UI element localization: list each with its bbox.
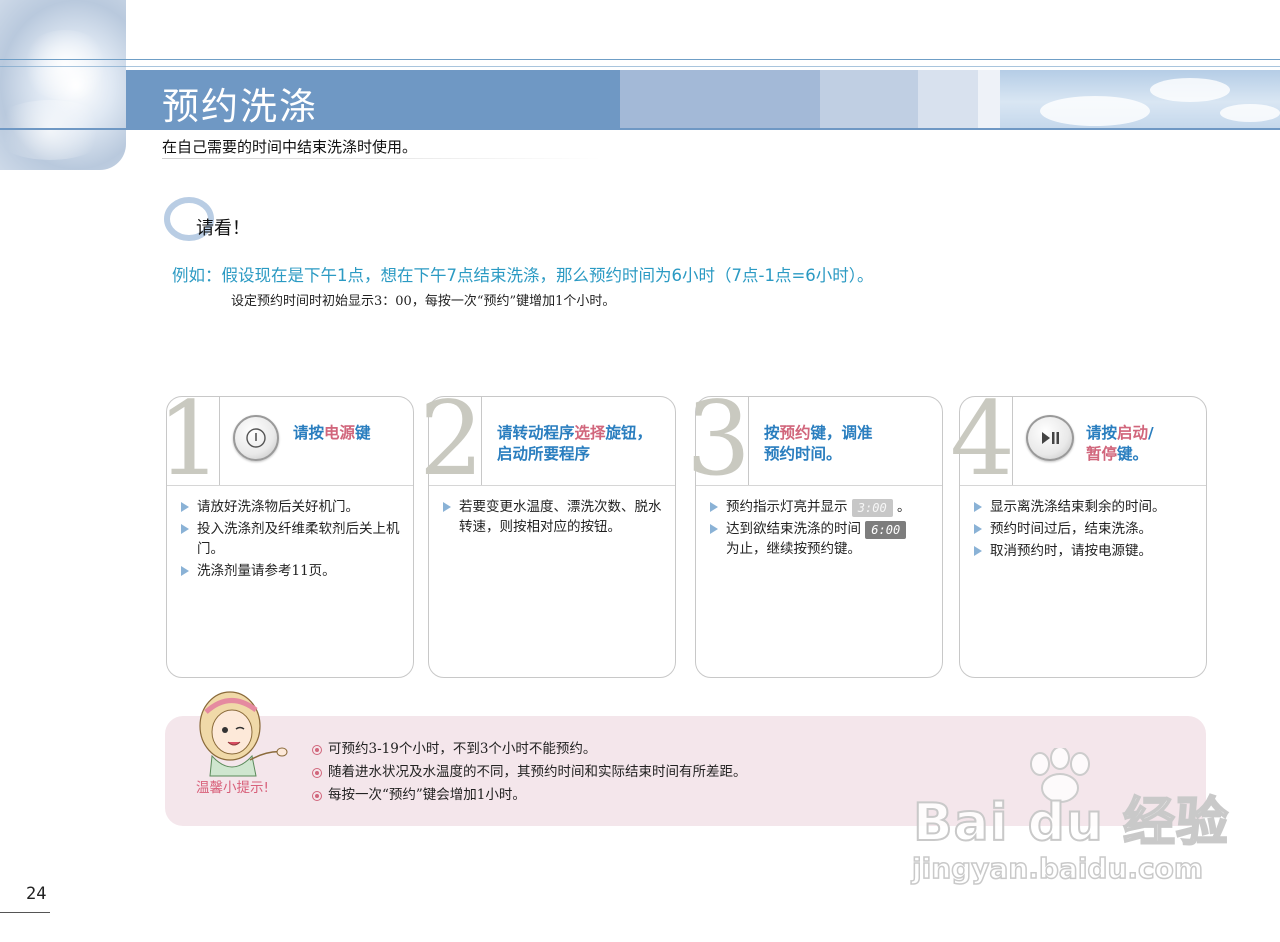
header-rule-top	[0, 59, 1280, 60]
step-card-2: 2 请转动程序选择旋钮， 启动所要程序 若要变更水温度、漂洗次数、脱水转速，则按…	[419, 389, 676, 678]
step-number: 2	[419, 380, 484, 499]
subtitle-underline	[162, 158, 602, 159]
step-number: 1	[157, 380, 222, 499]
list-item: 显示离洗涤结束剩余的时间。	[972, 497, 1196, 517]
page-title: 预约洗涤	[162, 85, 318, 128]
list-item: 每按一次“预约”键会增加1小时。	[311, 784, 747, 807]
page-subtitle: 在自己需要的时间中结束洗涤时使用。	[162, 138, 418, 156]
list-item: 达到欲结束洗涤的时间 6:00 为止，继续按预约键。	[708, 519, 932, 559]
list-item: 随着进水状况及水温度的不同，其预约时间和实际结束时间有所差距。	[311, 761, 747, 784]
page-number: 24	[26, 884, 47, 904]
list-item: 请放好洗涤物后关好机门。	[179, 497, 403, 517]
example-detail: 设定预约时间时初始显示3：00，每按一次“预约”键增加1个小时。	[231, 294, 616, 309]
step-card-4: 4 请按启动/ 暂停键。 显示离洗涤结束剩余的时间。 预约时间过后，结束洗涤。 …	[950, 389, 1207, 678]
step-number: 4	[950, 380, 1015, 499]
note-title: 请看！	[196, 218, 250, 239]
list-item: 可预约3-19个小时，不到3个小时不能预约。	[311, 738, 747, 761]
list-item: 投入洗涤剂及纤维柔软剂后关上机门。	[179, 519, 403, 559]
corner-decoration	[0, 0, 126, 170]
header-rule-thin	[0, 66, 1280, 67]
mascot-girl-icon	[199, 691, 288, 777]
list-item: 洗涤剂量请参考11页。	[179, 561, 403, 581]
tips-label: 温馨小提示!	[196, 780, 269, 796]
step-instructions: 若要变更水温度、漂洗次数、脱水转速，则按相对应的按钮。	[441, 497, 665, 539]
tips-list: 可预约3-19个小时，不到3个小时不能预约。 随着进水状况及水温度的不同，其预约…	[311, 738, 747, 807]
step-instructions: 预约指示灯亮并显示 3:00 。 达到欲结束洗涤的时间 6:00 为止，继续按预…	[708, 497, 932, 561]
watermark-brand: Bai du 经验	[912, 792, 1229, 854]
step-heading: 按预约键，调准 预约时间。	[764, 424, 873, 463]
step-number: 3	[686, 380, 751, 499]
list-item: 预约指示灯亮并显示 3:00 。	[708, 497, 932, 517]
step-heading: 请按启动/ 暂停键。	[1086, 424, 1154, 463]
step-heading: 请按电源键	[293, 424, 371, 442]
watermark-url: jingyan.baidu.com	[911, 851, 1204, 886]
lcd-display: 6:00	[865, 520, 907, 539]
list-item: 取消预约时，请按电源键。	[972, 541, 1196, 561]
play-pause-icon	[1026, 415, 1074, 461]
step-heading: 请转动程序选择旋钮， 启动所要程序	[497, 424, 653, 463]
power-icon	[233, 415, 279, 461]
list-item: 预约时间过后，结束洗涤。	[972, 519, 1196, 539]
step-instructions: 请放好洗涤物后关好机门。 投入洗涤剂及纤维柔软剂后关上机门。 洗涤剂量请参考11…	[179, 497, 403, 583]
page-number-rule	[0, 912, 50, 913]
example-text: 例如：假设现在是下午1点，想在下午7点结束洗涤，那么预约时间为6小时（7点-1点…	[172, 266, 874, 285]
lcd-display: 3:00	[851, 498, 893, 517]
list-item: 若要变更水温度、漂洗次数、脱水转速，则按相对应的按钮。	[441, 497, 665, 537]
step-instructions: 显示离洗涤结束剩余的时间。 预约时间过后，结束洗涤。 取消预约时，请按电源键。	[972, 497, 1196, 563]
step-card-1: 1 请按电源键 请放好洗涤物后关好机门。 投入洗涤剂及纤维柔软剂后关上机门。 洗…	[157, 389, 414, 678]
step-card-3: 3 按预约键，调准 预约时间。 预约指示灯亮并显示 3:00 。 达到欲结束洗涤…	[686, 389, 943, 678]
